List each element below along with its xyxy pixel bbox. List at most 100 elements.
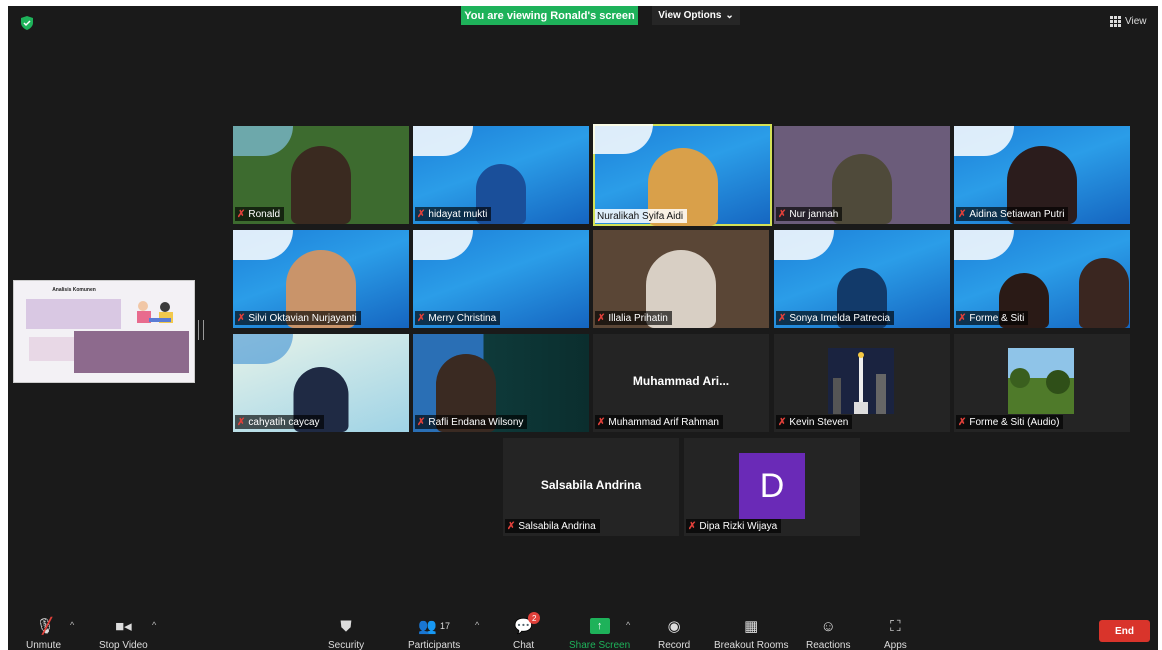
- slide-shape: [29, 337, 74, 361]
- name-label: ✗ Salsabila Andrina: [505, 519, 600, 533]
- apps-button[interactable]: ⛶ Apps: [884, 616, 907, 650]
- profile-picture-landscape: [1008, 348, 1074, 414]
- zoom-meeting-window: You are viewing Ronald's screen View Opt…: [8, 6, 1158, 650]
- chevron-down-icon: ⌄: [725, 10, 734, 21]
- chevron-up-icon[interactable]: ^: [626, 620, 630, 630]
- video-tile[interactable]: ✗ Merry Christina: [413, 230, 589, 328]
- video-tile[interactable]: ✗ Sonya Imelda Patrecia: [774, 230, 950, 328]
- stop-video-button[interactable]: ■◂ Stop Video: [99, 616, 148, 650]
- participant-name: Muhammad Arif Rahman: [608, 417, 719, 428]
- mic-muted-icon: ✗: [958, 209, 967, 220]
- view-button[interactable]: View: [1110, 16, 1147, 27]
- security-label: Security: [328, 640, 365, 650]
- mic-muted-icon: ✗: [417, 417, 426, 428]
- participants-label: Participants: [408, 640, 461, 650]
- video-tile-no-video[interactable]: Salsabila Andrina ✗ Salsabila Andrina: [503, 438, 679, 536]
- breakout-rooms-button[interactable]: ▦ Breakout Rooms: [714, 616, 788, 650]
- participant-name: cahyatih caycay: [248, 417, 320, 428]
- video-tile[interactable]: ✗ hidayat mukti: [413, 126, 589, 224]
- video-tile[interactable]: ✗ Nur jannah: [774, 126, 950, 224]
- shared-screen-thumbnail[interactable]: Analisis Komunen: [13, 280, 195, 383]
- participant-name: Aidina Setiawan Putri: [969, 209, 1065, 220]
- reactions-label: Reactions: [806, 640, 851, 650]
- name-label: ✗ Muhammad Arif Rahman: [595, 415, 723, 429]
- mic-muted-icon: ✗: [958, 417, 967, 428]
- slide-text-block: [26, 299, 121, 329]
- participants-button[interactable]: 👥 17 Participants: [408, 616, 460, 650]
- background-shape: [774, 230, 834, 260]
- video-tile[interactable]: ✗ Ronald: [233, 126, 409, 224]
- stop-video-label: Stop Video: [99, 640, 148, 650]
- name-label: Nuralikah Syifa Aidi: [595, 209, 688, 223]
- name-label: ✗ Merry Christina: [415, 311, 501, 325]
- background-shape: [233, 126, 293, 156]
- profile-picture-city: [828, 348, 894, 414]
- name-label: ✗ Kevin Steven: [776, 415, 853, 429]
- mic-muted-icon: ✗: [597, 417, 606, 428]
- security-shield-icon[interactable]: [21, 16, 33, 30]
- chevron-up-icon[interactable]: ^: [152, 620, 156, 630]
- name-label: ✗ Rafli Endana Wilsony: [415, 415, 528, 429]
- view-options-button[interactable]: View Options ⌄: [652, 6, 740, 25]
- end-meeting-button[interactable]: End: [1099, 620, 1150, 642]
- participant-name: Nuralikah Syifa Aidi: [597, 211, 684, 222]
- participant-video: [1078, 258, 1129, 328]
- unmute-label: Unmute: [26, 640, 62, 650]
- participant-name: Salsabila Andrina: [518, 521, 596, 532]
- mic-muted-icon: ✗: [237, 313, 246, 324]
- meeting-toolbar: 🎙 ╱ Unmute ^ ■◂ Stop Video ^ ⛊ Security 👥…: [8, 610, 1158, 650]
- chat-button[interactable]: 💬 2 Chat: [513, 612, 541, 650]
- name-label: ✗ Silvi Oktavian Nurjayanti: [235, 311, 361, 325]
- participant-name: Dipa Rizki Wijaya: [699, 521, 778, 532]
- video-tile[interactable]: ✗ cahyatih caycay: [233, 334, 409, 432]
- mic-muted-icon: ✗: [688, 521, 697, 532]
- video-camera-icon: ■◂: [115, 618, 132, 635]
- participant-name: Sonya Imelda Patrecia: [789, 313, 891, 324]
- mic-muted-icon: ✗: [778, 313, 787, 324]
- participant-name: Illalia Prihatin: [608, 313, 668, 324]
- video-tile[interactable]: ✗ Illalia Prihatin: [593, 230, 769, 328]
- name-label: ✗ Dipa Rizki Wijaya: [686, 519, 782, 533]
- video-tile[interactable]: ✗ Silvi Oktavian Nurjayanti: [233, 230, 409, 328]
- reactions-button[interactable]: ☺ Reactions: [806, 616, 850, 650]
- background-shape: [413, 230, 473, 260]
- mic-muted-icon: ✗: [778, 209, 787, 220]
- video-tile-no-video[interactable]: ✗ Forme & Siti (Audio): [954, 334, 1130, 432]
- participant-name: Kevin Steven: [789, 417, 849, 428]
- unmute-button[interactable]: 🎙 ╱ Unmute: [26, 616, 61, 650]
- participant-name: hidayat mukti: [428, 209, 488, 220]
- participant-name: Forme & Siti: [969, 313, 1025, 324]
- background-shape: [954, 230, 1014, 260]
- video-tile[interactable]: ✗ Rafli Endana Wilsony: [413, 334, 589, 432]
- video-tile-no-video[interactable]: D ✗ Dipa Rizki Wijaya: [684, 438, 860, 536]
- participant-name: Ronald: [248, 209, 281, 220]
- chat-bubble-icon: 💬 2: [514, 612, 541, 636]
- shared-screen-title: Analisis Komunen: [52, 287, 96, 293]
- security-button[interactable]: ⛊ Security: [328, 616, 364, 650]
- slide-illustration: [137, 301, 173, 323]
- resize-handle[interactable]: [198, 320, 204, 340]
- name-label: ✗ Forme & Siti: [956, 311, 1029, 325]
- name-label: ✗ Illalia Prihatin: [595, 311, 672, 325]
- breakout-rooms-label: Breakout Rooms: [714, 640, 789, 650]
- video-tile[interactable]: ✗ Forme & Siti: [954, 230, 1130, 328]
- chevron-up-icon[interactable]: ^: [70, 620, 74, 630]
- background-shape: [954, 126, 1014, 156]
- participants-count: 17: [439, 621, 450, 631]
- share-screen-icon: ↑: [589, 616, 610, 636]
- record-label: Record: [658, 640, 691, 650]
- video-tile[interactable]: ✗ Aidina Setiawan Putri: [954, 126, 1130, 224]
- participant-display-name: Muhammad Ari...: [632, 374, 730, 388]
- record-button[interactable]: ◉ Record: [658, 616, 690, 650]
- video-tile-no-video[interactable]: Muhammad Ari... ✗ Muhammad Arif Rahman: [593, 334, 769, 432]
- name-label: ✗ Ronald: [235, 207, 285, 221]
- name-label: ✗ Aidina Setiawan Putri: [956, 207, 1069, 221]
- mic-muted-icon: ✗: [237, 209, 246, 220]
- share-screen-button[interactable]: ↑ Share Screen: [569, 616, 630, 650]
- participant-video: [291, 146, 351, 224]
- mic-muted-icon: ✗: [597, 313, 606, 324]
- video-tile-active-speaker[interactable]: Nuralikah Syifa Aidi: [593, 124, 772, 226]
- video-tile-no-video[interactable]: ✗ Kevin Steven: [774, 334, 950, 432]
- name-label: ✗ Sonya Imelda Patrecia: [776, 311, 895, 325]
- chevron-up-icon[interactable]: ^: [475, 620, 479, 630]
